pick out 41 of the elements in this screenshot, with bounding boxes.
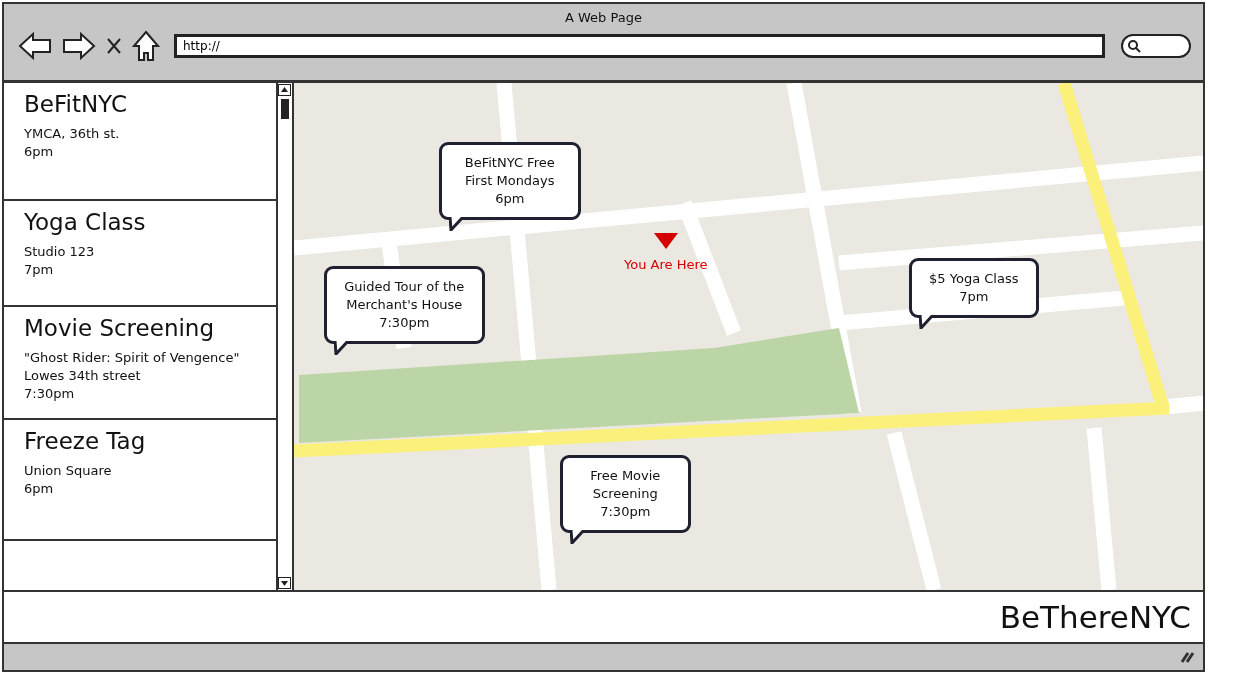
event-item[interactable]: Movie Screening "Ghost Rider: Spirit of Vengence" Lowes 34th street 7:30pm xyxy=(4,307,276,420)
scrollbar[interactable] xyxy=(275,83,292,590)
window-title: A Web Page xyxy=(564,9,643,26)
location-marker-icon xyxy=(652,232,679,250)
event-title: Freeze Tag xyxy=(24,428,147,454)
resize-grip-icon[interactable] xyxy=(1179,650,1195,664)
url-field[interactable]: http:// xyxy=(174,34,1105,58)
event-item[interactable]: Freeze Tag Union Square 6pm xyxy=(4,420,276,541)
event-callout[interactable]: Guided Tour of the Merchant's House 7:30pm xyxy=(323,266,485,344)
speech-tail-icon xyxy=(333,341,350,355)
you-are-here-label: You Are Here xyxy=(623,257,709,272)
event-detail: Lowes 34th street xyxy=(24,367,142,385)
event-detail: 6pm xyxy=(24,143,55,161)
event-detail: 7:30pm xyxy=(24,385,76,403)
speech-tail-icon xyxy=(918,315,935,329)
event-item[interactable]: Yoga Class Studio 123 7pm xyxy=(4,201,276,307)
close-icon[interactable] xyxy=(106,37,122,55)
scroll-up-icon[interactable] xyxy=(278,84,292,96)
forward-arrow-icon[interactable] xyxy=(62,31,96,61)
speech-tail-icon xyxy=(569,530,586,544)
scroll-thumb[interactable] xyxy=(280,99,289,119)
scroll-down-icon[interactable] xyxy=(278,577,292,589)
search-field[interactable] xyxy=(1121,34,1191,58)
event-callout[interactable]: $5 Yoga Class 7pm xyxy=(908,258,1039,318)
back-arrow-icon[interactable] xyxy=(18,31,52,61)
event-callout[interactable]: BeFitNYC Free First Mondays 6pm xyxy=(438,142,581,220)
event-detail: 6pm xyxy=(24,480,55,498)
speech-tail-icon xyxy=(448,217,465,231)
event-item[interactable]: BeFitNYC YMCA, 36th st. 6pm xyxy=(4,83,276,201)
event-detail: 7pm xyxy=(24,261,55,279)
event-detail: YMCA, 36th st. xyxy=(24,125,121,143)
event-detail: Union Square xyxy=(24,462,113,480)
event-title: Yoga Class xyxy=(24,209,147,235)
event-detail: "Ghost Rider: Spirit of Vengence" xyxy=(24,349,241,367)
brand-logo-text: BeThereNYC xyxy=(999,599,1191,635)
event-title: Movie Screening xyxy=(24,315,216,341)
search-icon xyxy=(1127,39,1141,53)
event-title: BeFitNYC xyxy=(24,91,128,117)
event-callout[interactable]: Free Movie Screening 7:30pm xyxy=(559,455,691,533)
event-detail: Studio 123 xyxy=(24,243,96,261)
home-icon[interactable] xyxy=(132,30,160,62)
